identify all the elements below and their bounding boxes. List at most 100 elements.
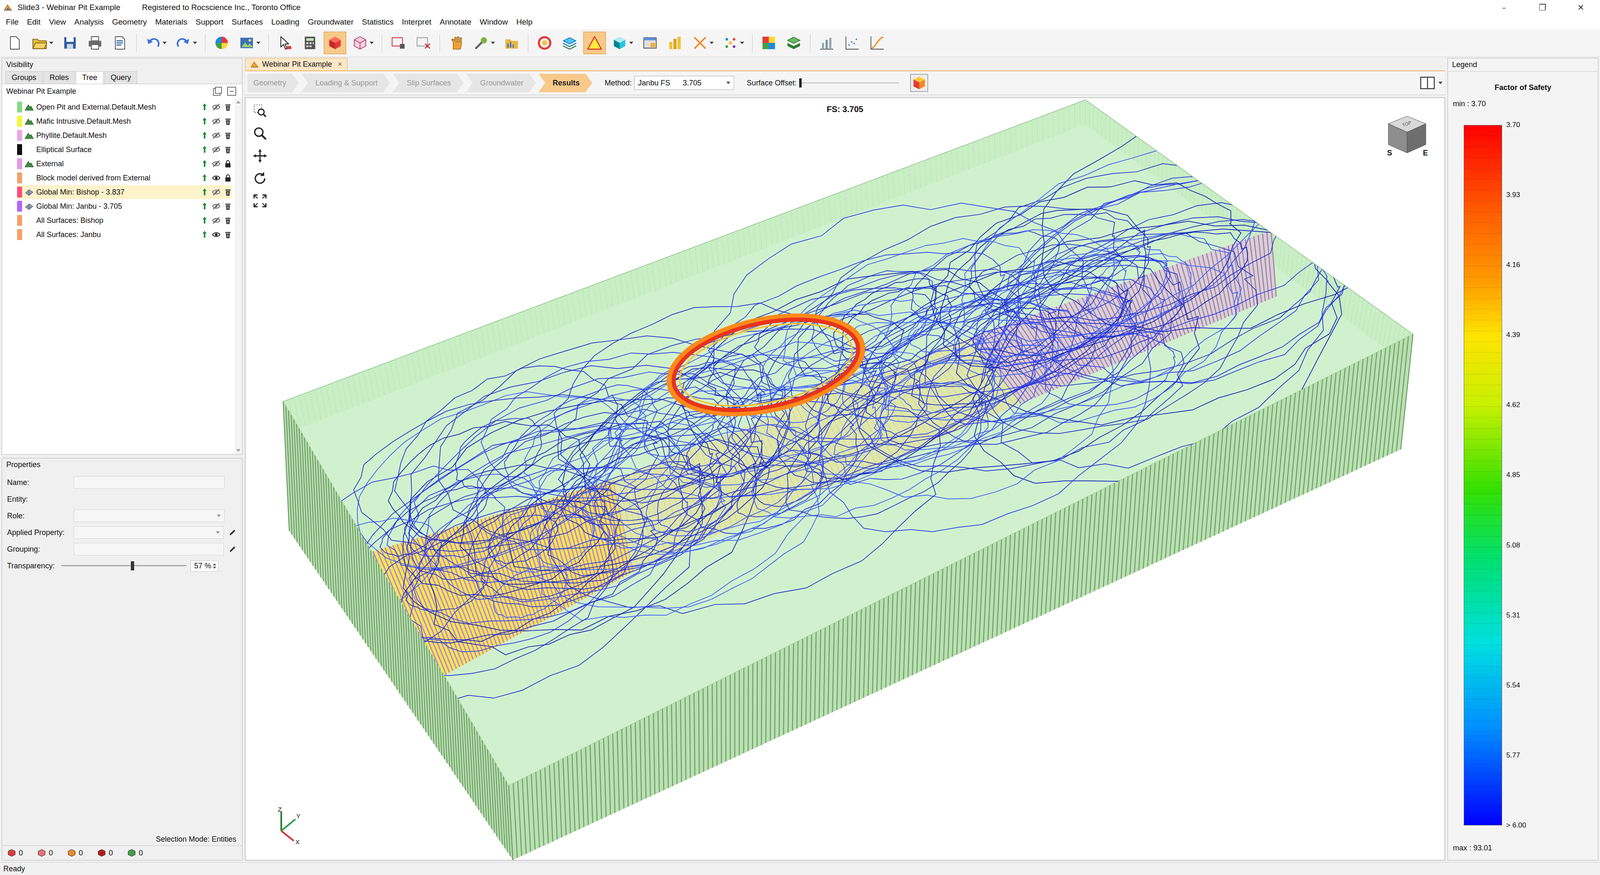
trash-icon[interactable]	[223, 230, 233, 239]
slip-surface[interactable]	[877, 260, 1238, 422]
slip-surface[interactable]	[655, 285, 1022, 498]
menu-item[interactable]: Interpret	[397, 15, 436, 29]
transparency-slider[interactable]	[61, 560, 187, 572]
model-scene[interactable]	[245, 97, 1445, 860]
toolbar-button[interactable]	[840, 31, 863, 55]
workflow-step[interactable]: Slip Surfaces	[392, 73, 464, 93]
slip-surface[interactable]	[785, 385, 986, 519]
toolbar-button[interactable]	[583, 31, 606, 55]
eye-hidden-icon[interactable]	[212, 187, 221, 197]
toolbar-button[interactable]	[172, 31, 200, 55]
slip-surface[interactable]	[967, 232, 1258, 434]
dropdown-arrow-icon[interactable]	[1438, 81, 1443, 85]
pin-icon[interactable]	[200, 131, 209, 140]
slip-surface[interactable]	[879, 334, 957, 388]
toolbar-button[interactable]	[533, 31, 556, 55]
eye-open-icon[interactable]	[212, 173, 221, 183]
menu-item[interactable]: Statistics	[357, 15, 398, 29]
menu-item[interactable]: Surfaces	[227, 15, 268, 29]
eye-hidden-icon[interactable]	[212, 117, 221, 126]
dropdown-arrow-icon[interactable]	[215, 531, 220, 534]
slip-surface[interactable]	[402, 399, 757, 631]
lock-icon[interactable]	[223, 173, 233, 183]
slip-surface[interactable]	[409, 464, 645, 653]
toolbar-button[interactable]	[58, 31, 82, 55]
slip-surface[interactable]	[405, 566, 485, 612]
tab[interactable]: Groups	[5, 71, 43, 84]
tree-item[interactable]: Phyllite.Default.Mesh	[17, 128, 233, 143]
slip-surface[interactable]	[859, 320, 1185, 471]
menu-item[interactable]: Materials	[150, 15, 192, 29]
eye-hidden-icon[interactable]	[212, 145, 221, 154]
slip-surface[interactable]	[408, 467, 688, 623]
menu-item[interactable]: Edit	[22, 15, 45, 29]
trash-icon[interactable]	[223, 187, 233, 197]
slip-surface[interactable]	[380, 485, 489, 557]
window-control-button[interactable]: –	[1485, 0, 1524, 15]
property-field[interactable]	[73, 542, 224, 556]
rotate-icon[interactable]	[252, 171, 268, 186]
slip-surface[interactable]	[373, 499, 658, 640]
eye-hidden-icon[interactable]	[212, 202, 221, 211]
slip-surface[interactable]	[940, 208, 1146, 372]
navigation-cube[interactable]: TOPSE	[1382, 112, 1433, 163]
toolbar-button[interactable]	[782, 31, 805, 55]
tree-item[interactable]: All Surfaces: Bishop	[17, 213, 233, 228]
slip-surface[interactable]	[961, 142, 1277, 342]
slip-surface[interactable]	[644, 411, 716, 457]
pin-icon[interactable]	[200, 102, 209, 112]
trash-icon[interactable]	[223, 131, 233, 140]
slip-surface[interactable]	[615, 310, 1002, 499]
tree-item[interactable]: Global Min: Janbu - 3.705	[17, 199, 233, 214]
menu-item[interactable]: Groundwater	[303, 15, 358, 29]
menu-item[interactable]: Window	[475, 15, 513, 29]
pan-icon[interactable]	[252, 148, 268, 163]
zoom-window-icon[interactable]	[252, 103, 268, 118]
trash-icon[interactable]	[223, 117, 233, 126]
window-control-button[interactable]: ❐	[1523, 0, 1562, 15]
toolbar-button[interactable]	[815, 31, 838, 55]
dropdown-arrow-icon[interactable]	[192, 41, 198, 45]
slip-surface[interactable]	[885, 229, 1115, 365]
scrollbar[interactable]	[234, 98, 243, 455]
slip-surface[interactable]	[1086, 253, 1192, 325]
pin-icon[interactable]	[200, 173, 209, 183]
slip-surface[interactable]	[544, 432, 745, 576]
slider-thumb[interactable]	[799, 78, 802, 88]
slip-surface[interactable]	[492, 566, 569, 618]
menu-item[interactable]: Analysis	[70, 15, 108, 29]
slip-surface[interactable]	[589, 410, 809, 555]
menu-item[interactable]: Help	[512, 15, 537, 29]
slip-surface[interactable]	[557, 329, 877, 504]
slip-surface[interactable]	[907, 298, 1020, 353]
pin-icon[interactable]	[200, 230, 209, 239]
eye-open-icon[interactable]	[212, 230, 221, 239]
trash-icon[interactable]	[223, 202, 233, 211]
dropdown-arrow-icon[interactable]	[629, 41, 634, 45]
workflow-step[interactable]: Groundwater	[465, 73, 536, 93]
toolbar-button[interactable]	[235, 31, 264, 55]
slip-surface[interactable]	[797, 205, 1123, 397]
property-field[interactable]	[73, 476, 225, 489]
dropdown-arrow-icon[interactable]	[369, 41, 374, 45]
slip-surface[interactable]	[862, 282, 1137, 398]
window-control-button[interactable]: ✕	[1561, 0, 1600, 15]
toolbar-button[interactable]	[500, 31, 523, 55]
menu-item[interactable]: View	[44, 15, 70, 29]
slip-surface[interactable]	[660, 380, 897, 488]
surface-offset-slider[interactable]	[799, 76, 900, 90]
workflow-step[interactable]: Results	[538, 73, 593, 93]
slip-surface[interactable]	[548, 392, 941, 614]
transparency-spinbox[interactable]: 57 %	[190, 560, 219, 572]
property-field[interactable]	[73, 509, 225, 523]
slip-surface[interactable]	[1007, 173, 1337, 338]
slip-surface[interactable]	[594, 461, 703, 521]
tree-root[interactable]: Webinar Pit Example	[6, 87, 209, 96]
eye-hidden-icon[interactable]	[212, 216, 221, 225]
tree-item[interactable]: Elliptical Surface	[17, 142, 233, 157]
menu-item[interactable]: Loading	[267, 15, 304, 29]
toolbar-button[interactable]	[663, 31, 687, 55]
toolbar-button[interactable]	[298, 31, 322, 55]
trash-icon[interactable]	[223, 216, 233, 225]
toolbar-button[interactable]	[273, 31, 297, 55]
